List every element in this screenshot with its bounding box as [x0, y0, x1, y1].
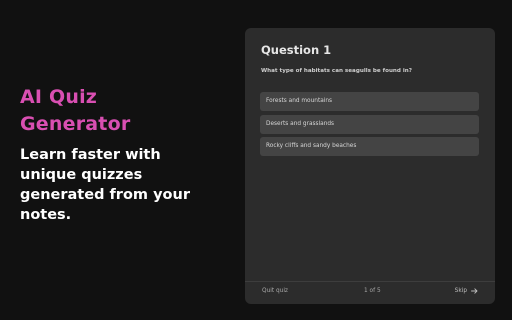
answer-option-3[interactable]: Rocky cliffs and sandy beaches	[260, 137, 479, 156]
hero-title: AI Quiz Generator	[20, 86, 131, 135]
answer-option-2[interactable]: Deserts and grasslands	[260, 114, 479, 134]
answer-option-1[interactable]: Forests and mountains	[260, 92, 479, 111]
question-text: What type of habitats can seagulls be fo…	[261, 68, 413, 74]
skip-button[interactable]: Skip	[455, 288, 478, 294]
question-progress: 1 of 5	[364, 288, 381, 294]
question-heading: Question 1	[261, 43, 332, 57]
quiz-card: Question 1 What type of habitats can sea…	[245, 28, 495, 304]
skip-label: Skip	[454, 288, 467, 294]
footer-divider	[245, 281, 495, 282]
arrow-right-icon	[471, 288, 478, 294]
hero-subtitle: Learn faster with unique quizzes generat…	[20, 147, 190, 223]
quit-quiz-button[interactable]: Quit quiz	[262, 288, 288, 294]
hero-section: AI Quiz Generator Learn faster with uniq…	[20, 84, 230, 225]
answer-options: Forests and mountains Deserts and grassl…	[260, 92, 479, 160]
